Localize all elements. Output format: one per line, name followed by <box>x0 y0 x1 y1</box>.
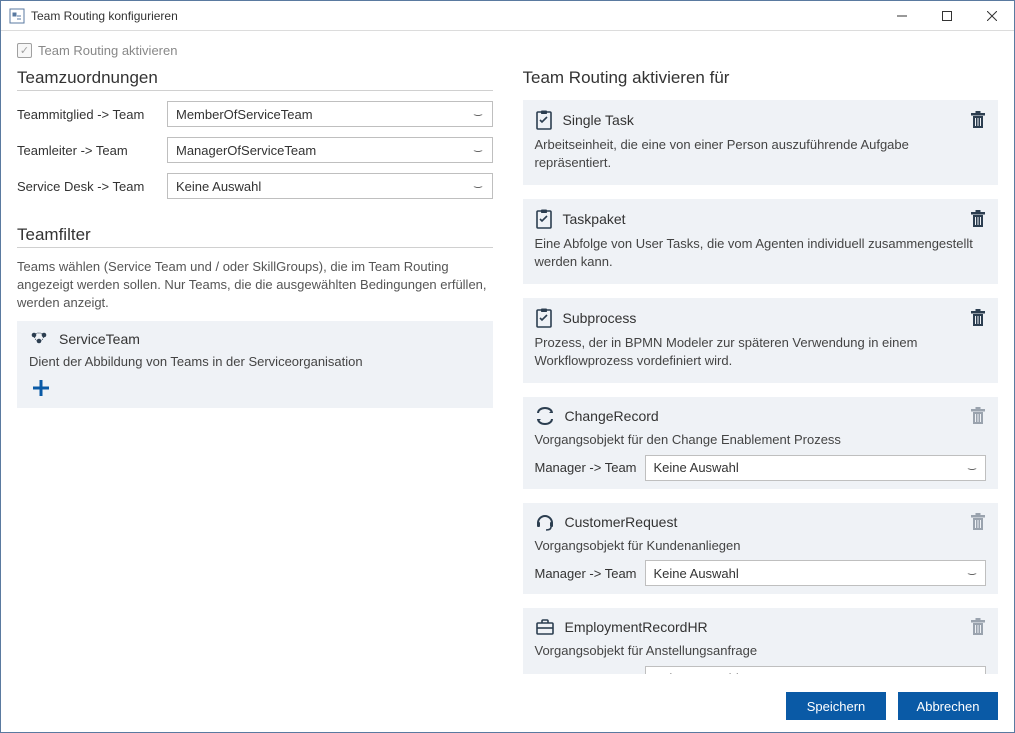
manager-team-row: Manager -> TeamKeine Auswahl⌄ <box>535 455 987 481</box>
team-assignment-row-1: Teamleiter -> Team ManagerOfServiceTeam … <box>17 137 493 163</box>
close-button[interactable] <box>969 2 1014 30</box>
titlebar: Team Routing konfigurieren <box>1 1 1014 31</box>
workflow-items-list: Single Task Arbeitseinheit, die eine von … <box>523 100 999 674</box>
chevron-down-icon: ⌄ <box>963 464 981 471</box>
workflow-card-desc: Vorgangsobjekt für Anstellungsanfrage <box>535 642 987 660</box>
team-assignment-label-2: Service Desk -> Team <box>17 179 167 194</box>
manager-team-dropdown[interactable]: Keine Auswahl⌄ <box>645 560 987 586</box>
dropdown-value: Keine Auswahl <box>654 460 967 475</box>
teamfilter-card-desc: Dient der Abbildung von Teams in der Ser… <box>29 353 481 371</box>
divider <box>17 247 493 248</box>
delete-button[interactable] <box>970 309 986 327</box>
maximize-button[interactable] <box>924 2 969 30</box>
workflow-card: Single Task Arbeitseinheit, die eine von … <box>523 100 999 185</box>
team-assignment-row-2: Service Desk -> Team Keine Auswahl ⌄ <box>17 173 493 199</box>
team-assignment-dropdown-1[interactable]: ManagerOfServiceTeam ⌄ <box>167 137 493 163</box>
workflow-card-title: Single Task <box>563 112 634 128</box>
chevron-down-icon: ⌄ <box>963 570 981 577</box>
manager-team-dropdown[interactable]: Keine Auswahl⌄ <box>645 666 987 674</box>
right-column: Team Routing aktivieren für Single Task A… <box>523 68 999 674</box>
dropdown-value: Keine Auswahl <box>654 671 967 674</box>
manager-team-label: Manager -> Team <box>535 566 645 581</box>
team-icon <box>29 331 49 347</box>
left-column: Teamzuordnungen Teammitglied -> Team Mem… <box>17 68 493 674</box>
chevron-down-icon: ⌄ <box>469 147 487 154</box>
workflow-card-title: Subprocess <box>563 310 637 326</box>
workflow-card-title: Taskpaket <box>563 211 626 227</box>
briefcase-icon <box>535 618 555 636</box>
delete-button <box>970 407 986 425</box>
team-assignment-dropdown-2[interactable]: Keine Auswahl ⌄ <box>167 173 493 199</box>
clipboard-icon <box>535 110 553 130</box>
window-controls <box>879 2 1014 30</box>
minimize-button[interactable] <box>879 2 924 30</box>
delete-button[interactable] <box>970 210 986 228</box>
clipboard-icon <box>535 209 553 229</box>
manager-team-row: Manager -> TeamKeine Auswahl⌄ <box>535 560 987 586</box>
delete-button <box>970 513 986 531</box>
workflow-card-desc: Vorgangsobjekt für den Change Enablement… <box>535 431 987 449</box>
window-title: Team Routing konfigurieren <box>31 9 879 23</box>
dropdown-value: Keine Auswahl <box>654 566 967 581</box>
clipboard-icon <box>535 308 553 328</box>
dropdown-value: ManagerOfServiceTeam <box>176 143 473 158</box>
headset-icon <box>535 513 555 531</box>
workflow-card: Taskpaket Eine Abfolge von User Tasks, di… <box>523 199 999 284</box>
workflow-card: EmploymentRecordHR Vorgangsobjekt für Ans… <box>523 608 999 674</box>
workflow-card-desc: Vorgangsobjekt für Kundenanliegen <box>535 537 987 555</box>
delete-button[interactable] <box>970 111 986 129</box>
add-teamfilter-button[interactable] <box>29 376 53 400</box>
team-assignment-row-0: Teammitglied -> Team MemberOfServiceTeam… <box>17 101 493 127</box>
activate-label: Team Routing aktivieren <box>38 43 177 58</box>
cancel-button[interactable]: Abbrechen <box>898 692 998 720</box>
teamfilter-help: Teams wählen (Service Team und / oder Sk… <box>17 258 493 313</box>
workflow-card: Subprocess Prozess, der in BPMN Modeler z… <box>523 298 999 383</box>
team-assignment-label-0: Teammitglied -> Team <box>17 107 167 122</box>
divider <box>17 90 493 91</box>
footer: Speichern Abbrechen <box>1 686 1014 732</box>
chevron-down-icon: ⌄ <box>469 183 487 190</box>
workflow-card-title: CustomerRequest <box>565 514 678 530</box>
teamfilter-card-title: ServiceTeam <box>59 331 140 347</box>
chevron-down-icon: ⌄ <box>469 111 487 118</box>
team-assignment-label-1: Teamleiter -> Team <box>17 143 167 158</box>
activate-for-title: Team Routing aktivieren für <box>523 68 999 88</box>
workflow-card-desc: Prozess, der in BPMN Modeler zur spätere… <box>535 334 987 369</box>
checkbox-icon: ✓ <box>17 43 32 58</box>
manager-team-label: Manager -> Team <box>535 460 645 475</box>
activate-team-routing-checkbox: ✓ Team Routing aktivieren <box>17 43 998 58</box>
workflow-card-title: ChangeRecord <box>565 408 659 424</box>
workflow-card: CustomerRequest Vorgangsobjekt für Kunden… <box>523 503 999 595</box>
dropdown-value: Keine Auswahl <box>176 179 473 194</box>
team-assignments-title: Teamzuordnungen <box>17 68 493 88</box>
manager-team-row: Manager -> TeamKeine Auswahl⌄ <box>535 666 987 674</box>
team-assignment-dropdown-0[interactable]: MemberOfServiceTeam ⌄ <box>167 101 493 127</box>
workflow-card-desc: Eine Abfolge von User Tasks, die vom Age… <box>535 235 987 270</box>
workflow-card: ChangeRecord Vorgangsobjekt für den Chang… <box>523 397 999 489</box>
teamfilter-title: Teamfilter <box>17 225 493 245</box>
app-icon <box>9 8 25 24</box>
cycle-icon <box>535 407 555 425</box>
manager-team-dropdown[interactable]: Keine Auswahl⌄ <box>645 455 987 481</box>
workflow-card-title: EmploymentRecordHR <box>565 619 708 635</box>
teamfilter-card: ServiceTeam Dient der Abbildung von Team… <box>17 321 493 409</box>
delete-button <box>970 618 986 636</box>
save-button[interactable]: Speichern <box>786 692 886 720</box>
dropdown-value: MemberOfServiceTeam <box>176 107 473 122</box>
workflow-card-desc: Arbeitseinheit, die eine von einer Perso… <box>535 136 987 171</box>
manager-team-label: Manager -> Team <box>535 671 645 674</box>
